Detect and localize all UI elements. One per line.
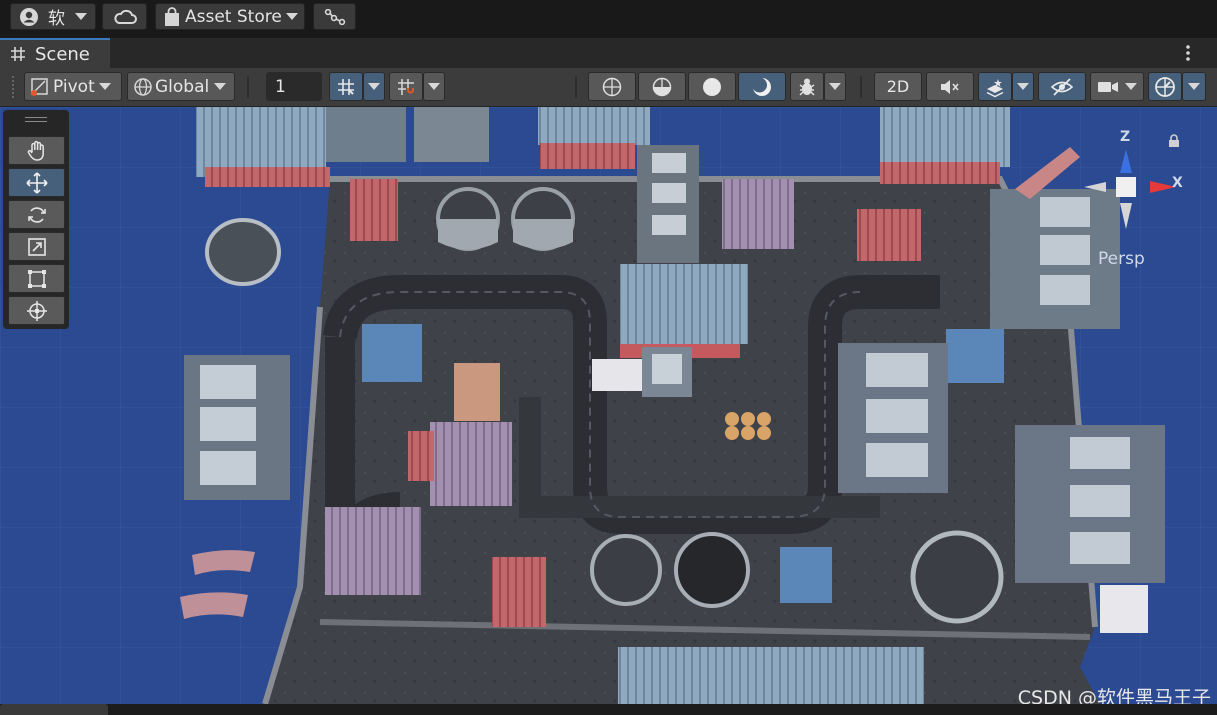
- grid-snap-dropdown[interactable]: [363, 72, 385, 101]
- debug-draw-button[interactable]: [790, 72, 824, 101]
- panel-drag-handle[interactable]: [25, 117, 47, 118]
- gizmo-x-label: X: [1172, 175, 1183, 191]
- hand-icon: [27, 140, 44, 161]
- move-arrows-icon: [25, 171, 48, 194]
- rect-tool-button[interactable]: [8, 264, 65, 293]
- scene-visibility-button[interactable]: [1038, 72, 1086, 101]
- gizmos-button[interactable]: [1148, 72, 1182, 101]
- chevron-down-icon: [214, 83, 227, 90]
- mode-2d-label: 2D: [886, 77, 910, 96]
- asset-store-label: Asset Store: [185, 6, 282, 27]
- wireframe-sphere-icon: [602, 77, 622, 96]
- transform-tool-button[interactable]: [8, 296, 65, 325]
- rotate-icon: [27, 206, 46, 223]
- grid-snap-icon: [338, 78, 354, 95]
- account-label: 软: [48, 9, 65, 29]
- scale-icon: [27, 237, 46, 256]
- eye-slash-icon: [1050, 77, 1074, 96]
- layers-star-icon: [986, 78, 1004, 97]
- gizmo-z-label: Z: [1120, 129, 1131, 145]
- magnet-grid-icon: [398, 78, 414, 95]
- increment-snap-button[interactable]: [389, 72, 423, 101]
- grid-size-value: 1: [275, 76, 286, 97]
- pivot-label: Pivot: [53, 76, 95, 97]
- chevron-down-icon: [428, 83, 440, 90]
- chevron-down-icon: [1188, 83, 1200, 90]
- bottom-tab[interactable]: [0, 704, 108, 715]
- scene-render: [0, 107, 1217, 704]
- shaded-wire-sphere-icon: [652, 77, 672, 96]
- transform-tools-panel: [3, 110, 69, 329]
- audio-toggle-button[interactable]: [926, 72, 974, 101]
- cloud-icon: [113, 9, 137, 24]
- more-options-icon[interactable]: [1183, 44, 1193, 62]
- mute-icon: [941, 79, 959, 94]
- gizmo-sphere-icon: [1155, 76, 1175, 97]
- chevron-down-icon: [829, 83, 841, 90]
- asset-store-button[interactable]: Asset Store: [155, 3, 305, 30]
- chevron-down-icon: [368, 83, 380, 90]
- solid-sphere-icon: [703, 77, 721, 96]
- bug-icon: [799, 78, 815, 96]
- account-button[interactable]: 软: [10, 3, 96, 30]
- camera-icon: [1098, 81, 1118, 92]
- scene-toolbar: Pivot Global 1 2D: [0, 68, 1217, 107]
- collab-icon: [324, 8, 345, 25]
- transform-icon: [26, 300, 47, 321]
- collab-button[interactable]: [313, 3, 356, 30]
- bottom-bar: [0, 704, 1217, 715]
- scale-tool-button[interactable]: [8, 232, 65, 261]
- debug-draw-dropdown[interactable]: [824, 72, 846, 101]
- lock-icon[interactable]: [1168, 134, 1180, 148]
- shaded-wireframe-button[interactable]: [638, 72, 686, 101]
- toolbar-separator: [247, 76, 249, 98]
- chevron-down-icon: [1125, 83, 1137, 90]
- grid-size-input[interactable]: 1: [266, 72, 322, 101]
- mode-2d-button[interactable]: 2D: [874, 72, 922, 101]
- perspective-label[interactable]: Persp: [1098, 249, 1145, 269]
- bag-icon: [165, 6, 179, 26]
- drag-handle[interactable]: [12, 76, 18, 98]
- cloud-button[interactable]: [102, 3, 147, 30]
- rect-transform-icon: [27, 269, 46, 288]
- grid-icon: [11, 47, 25, 61]
- account-icon: [20, 7, 38, 26]
- scene-viewport[interactable]: Z X Persp: [0, 107, 1217, 704]
- gizmos-dropdown[interactable]: [1182, 72, 1206, 101]
- wireframe-shading-button[interactable]: [588, 72, 636, 101]
- pivot-icon: [31, 77, 48, 96]
- tab-scene[interactable]: Scene: [0, 38, 110, 68]
- chevron-down-icon: [285, 13, 298, 20]
- global-label: Global: [155, 76, 210, 97]
- effects-button[interactable]: [978, 72, 1012, 101]
- toolbar-separator: [860, 76, 862, 98]
- toolbar-separator: [575, 76, 577, 98]
- lit-shading-button[interactable]: [738, 72, 786, 101]
- chevron-down-icon: [1017, 83, 1029, 90]
- lit-sphere-icon: [752, 77, 771, 96]
- top-bar: 软 Asset Store: [0, 0, 1217, 34]
- shaded-button[interactable]: [688, 72, 736, 101]
- rotate-tool-button[interactable]: [8, 200, 65, 229]
- grid-snap-button[interactable]: [329, 72, 363, 101]
- global-dropdown[interactable]: Global: [127, 72, 235, 101]
- move-tool-button[interactable]: [8, 168, 65, 197]
- globe-icon: [134, 77, 152, 96]
- chevron-down-icon: [98, 83, 111, 90]
- pivot-dropdown[interactable]: Pivot: [24, 72, 122, 101]
- effects-dropdown[interactable]: [1012, 72, 1034, 101]
- tab-strip: Scene: [0, 38, 1217, 68]
- chevron-down-icon: [75, 13, 87, 20]
- increment-snap-dropdown[interactable]: [423, 72, 445, 101]
- tab-scene-label: Scene: [35, 43, 90, 65]
- camera-dropdown[interactable]: [1090, 72, 1144, 101]
- hand-tool-button[interactable]: [8, 136, 65, 165]
